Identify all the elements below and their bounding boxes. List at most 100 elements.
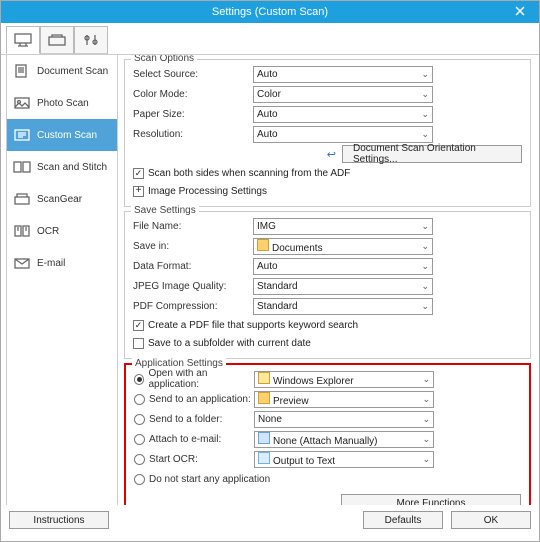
stitch-icon (13, 160, 31, 174)
chevron-down-icon: ⌄ (422, 374, 430, 385)
tab-scan-from-computer[interactable] (6, 26, 40, 54)
start-ocr-radio[interactable] (134, 454, 145, 465)
close-button[interactable] (505, 3, 535, 19)
tab-scan-from-panel[interactable] (40, 26, 74, 54)
defaults-button[interactable]: Defaults (363, 511, 443, 529)
sidebar-item-label: ScanGear (37, 194, 82, 205)
open-with-application-radio[interactable] (134, 374, 144, 385)
folder-icon (257, 239, 269, 251)
pdf-compression-combo[interactable]: Standard⌄ (253, 298, 433, 315)
sidebar: Document Scan Photo Scan Custom Scan Sca… (6, 55, 118, 505)
chevron-down-icon: ⌄ (422, 454, 430, 465)
ocr-icon (13, 224, 31, 238)
sidebar-item-label: Scan and Stitch (37, 162, 107, 173)
restore-default-icon[interactable]: ↩ (327, 148, 336, 161)
sidebar-item-label: Document Scan (37, 66, 108, 77)
sidebar-item-document-scan[interactable]: Document Scan (7, 55, 117, 87)
do-not-start-label: Do not start any application (149, 474, 270, 485)
scan-options-legend: Scan Options (131, 55, 197, 64)
chevron-down-icon: ⌄ (421, 109, 429, 120)
sliders-icon (81, 33, 101, 47)
orientation-settings-button[interactable]: Document Scan Orientation Settings... (342, 145, 522, 163)
paper-size-label: Paper Size: (133, 109, 253, 120)
do-not-start-radio[interactable] (134, 474, 145, 485)
sidebar-item-label: Custom Scan (37, 130, 97, 141)
email-icon (13, 256, 31, 270)
open-with-application-combo[interactable]: Windows Explorer⌄ (254, 371, 434, 388)
sidebar-item-scangear[interactable]: ScanGear (7, 183, 117, 215)
pdf-compression-label: PDF Compression: (133, 301, 253, 312)
send-to-folder-label: Send to a folder: (149, 414, 222, 425)
sidebar-item-label: E-mail (37, 258, 65, 269)
attach-to-email-combo[interactable]: None (Attach Manually)⌄ (254, 431, 434, 448)
scanner-icon (47, 33, 67, 47)
send-to-folder-radio[interactable] (134, 414, 145, 425)
ocr-output-icon (258, 452, 270, 464)
document-icon (13, 64, 31, 78)
sidebar-item-email[interactable]: E-mail (7, 247, 117, 279)
sidebar-item-photo-scan[interactable]: Photo Scan (7, 87, 117, 119)
application-settings-group: Application Settings Open with an applic… (124, 363, 531, 505)
save-settings-group: Save Settings File Name: IMG⌄ Save in: D… (124, 211, 531, 359)
create-pdf-keyword-label: Create a PDF file that supports keyword … (148, 320, 358, 331)
open-with-application-label: Open with an application: (148, 368, 254, 390)
sidebar-item-ocr[interactable]: OCR (7, 215, 117, 247)
instructions-button[interactable]: Instructions (9, 511, 109, 529)
send-to-folder-combo[interactable]: None⌄ (254, 411, 434, 428)
image-processing-label: Image Processing Settings (148, 186, 267, 197)
sidebar-item-scan-and-stitch[interactable]: Scan and Stitch (7, 151, 117, 183)
attach-to-email-label: Attach to e-mail: (149, 434, 221, 445)
sidebar-item-label: Photo Scan (37, 98, 89, 109)
save-settings-legend: Save Settings (131, 205, 199, 216)
send-to-application-combo[interactable]: Preview⌄ (254, 391, 434, 408)
start-ocr-label: Start OCR: (149, 454, 198, 465)
application-settings-legend: Application Settings (132, 358, 226, 369)
chevron-down-icon: ⌄ (421, 89, 429, 100)
jpeg-quality-combo[interactable]: Standard⌄ (253, 278, 433, 295)
window-titlebar: Settings (Custom Scan) (1, 1, 539, 23)
scan-options-group: Scan Options Select Source: Auto⌄ Color … (124, 59, 531, 207)
color-mode-label: Color Mode: (133, 89, 253, 100)
expand-image-processing[interactable]: + (133, 186, 144, 197)
attach-to-email-radio[interactable] (134, 434, 145, 445)
start-ocr-combo[interactable]: Output to Text⌄ (254, 451, 434, 468)
send-to-application-label: Send to an application: (149, 394, 251, 405)
create-pdf-keyword-checkbox[interactable]: ✓ (133, 320, 144, 331)
content-area: Scan Options Select Source: Auto⌄ Color … (118, 55, 539, 505)
chevron-down-icon: ⌄ (421, 69, 429, 80)
file-name-combo[interactable]: IMG⌄ (253, 218, 433, 235)
save-subfolder-label: Save to a subfolder with current date (148, 338, 311, 349)
send-to-application-radio[interactable] (134, 394, 145, 405)
color-mode-combo[interactable]: Color⌄ (253, 86, 433, 103)
select-source-combo[interactable]: Auto⌄ (253, 66, 433, 83)
tab-general-settings[interactable] (74, 26, 108, 54)
chevron-down-icon: ⌄ (422, 414, 430, 425)
save-subfolder-checkbox[interactable] (133, 338, 144, 349)
chevron-down-icon: ⌄ (422, 434, 430, 445)
select-source-label: Select Source: (133, 69, 253, 80)
chevron-down-icon: ⌄ (422, 394, 430, 405)
sidebar-item-label: OCR (37, 226, 59, 237)
preview-icon (258, 392, 270, 404)
save-in-label: Save in: (133, 241, 253, 252)
window-title: Settings (Custom Scan) (212, 6, 328, 18)
monitor-icon (13, 33, 33, 47)
ok-button[interactable]: OK (451, 511, 531, 529)
jpeg-quality-label: JPEG Image Quality: (133, 281, 253, 292)
chevron-down-icon: ⌄ (421, 281, 429, 292)
resolution-combo[interactable]: Auto⌄ (253, 126, 433, 143)
chevron-down-icon: ⌄ (421, 241, 429, 252)
top-tab-strip (1, 23, 539, 55)
footer-bar: Instructions Defaults OK (1, 505, 539, 535)
data-format-label: Data Format: (133, 261, 253, 272)
sidebar-item-custom-scan[interactable]: Custom Scan (7, 119, 117, 151)
more-functions-button[interactable]: More Functions (341, 494, 521, 505)
data-format-combo[interactable]: Auto⌄ (253, 258, 433, 275)
file-name-label: File Name: (133, 221, 253, 232)
scan-both-sides-checkbox[interactable]: ✓ (133, 168, 144, 179)
paper-size-combo[interactable]: Auto⌄ (253, 106, 433, 123)
chevron-down-icon: ⌄ (421, 221, 429, 232)
scangear-icon (13, 192, 31, 206)
custom-scan-icon (13, 128, 31, 142)
save-in-combo[interactable]: Documents⌄ (253, 238, 433, 255)
